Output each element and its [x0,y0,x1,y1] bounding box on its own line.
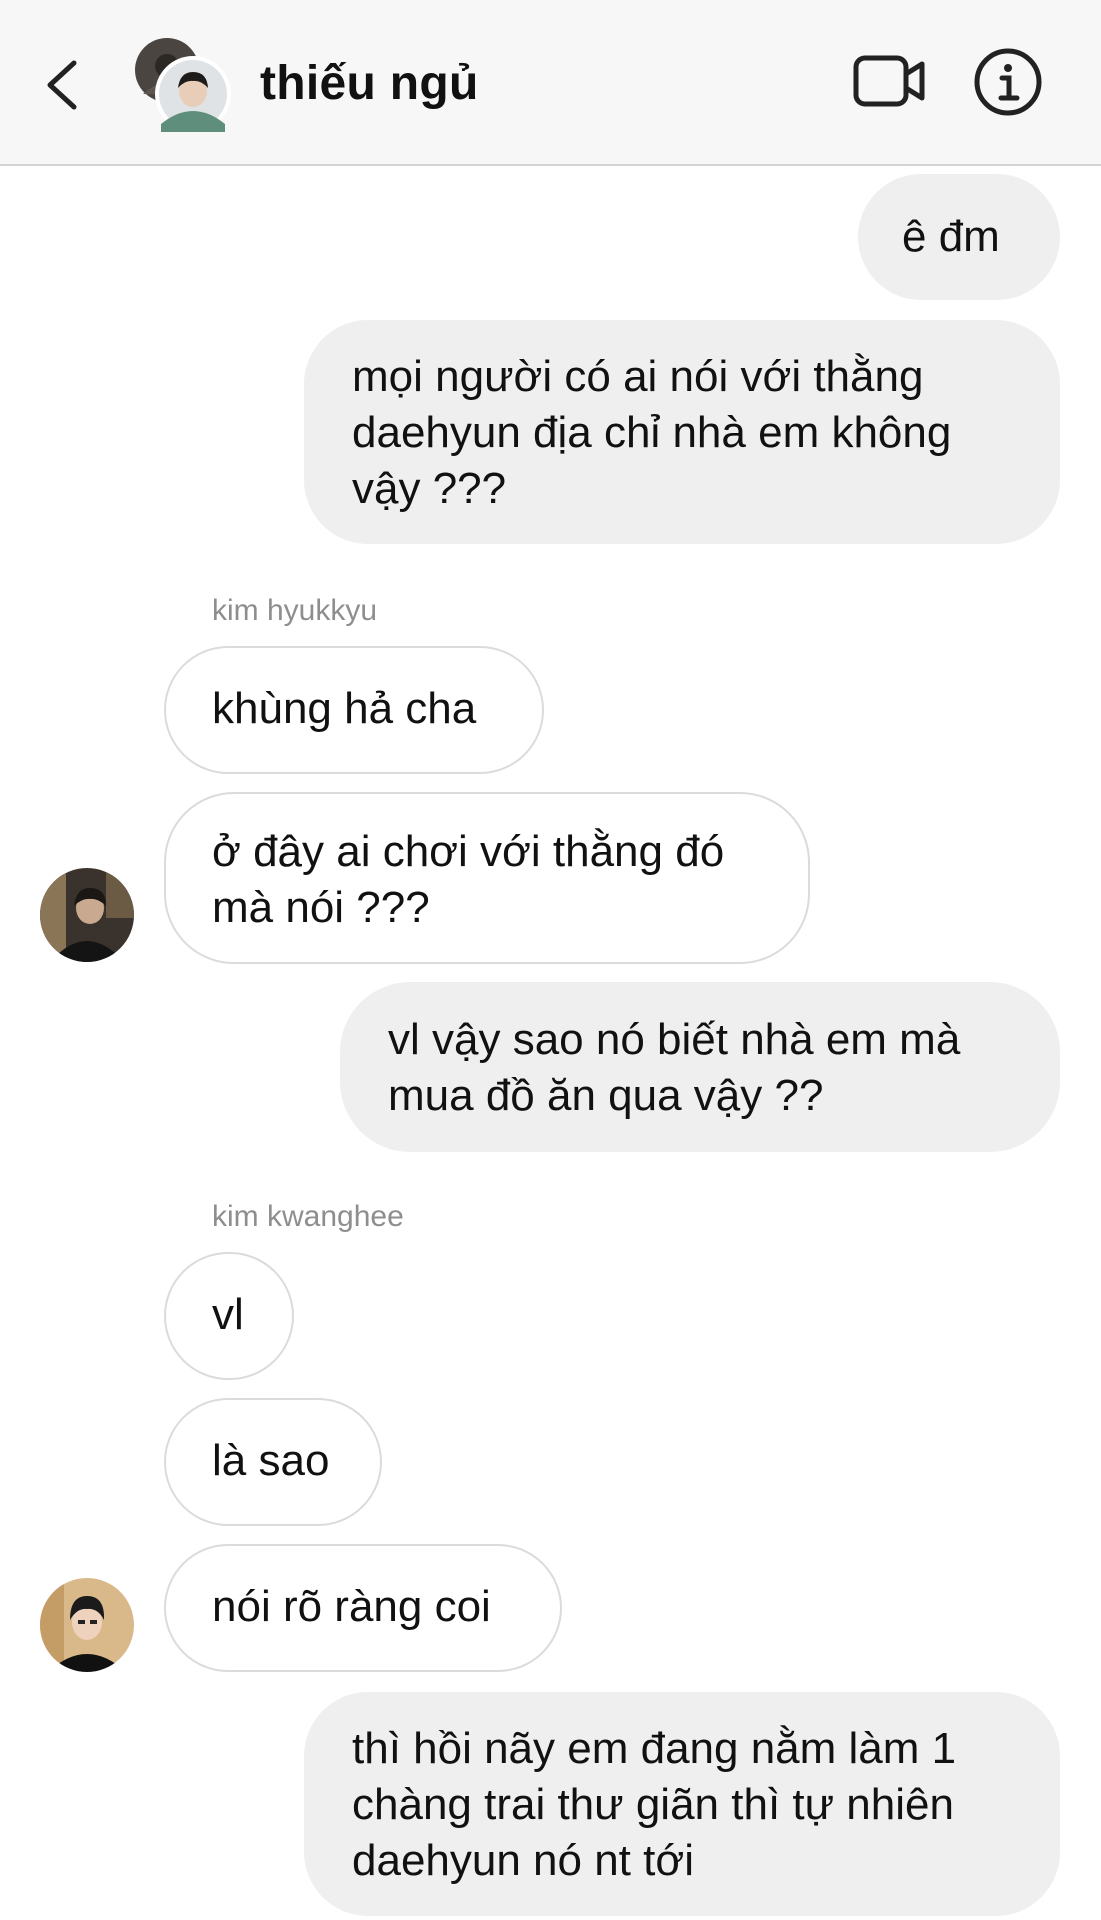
incoming-message[interactable]: là sao [164,1398,382,1526]
hyukkyu-avatar[interactable] [40,868,134,962]
sender-name: kim hyukkyu [212,594,378,627]
chat-title[interactable]: thiếu ngủ [260,56,479,111]
group-avatar[interactable] [133,36,233,132]
outgoing-message[interactable]: mọi người có ai nói với thằng daehyun đị… [304,320,1060,544]
video-camera-icon [853,55,925,107]
outgoing-message[interactable]: vl vậy sao nó biết nhà em mà mua đồ ăn q… [340,982,1060,1152]
outgoing-message[interactable]: thì hồi nãy em đang nằm làm 1 chàng trai… [304,1692,1060,1916]
info-icon [974,48,1042,116]
incoming-message[interactable]: ở đây ai chơi với thằng đó mà nói ??? [164,792,810,964]
incoming-message[interactable]: nói rõ ràng coi [164,1544,562,1672]
incoming-message[interactable]: khùng hả cha [164,646,544,774]
incoming-message[interactable]: vl [164,1252,294,1380]
info-button[interactable] [972,46,1044,118]
chat-header: thiếu ngủ [0,0,1101,166]
kwanghee-avatar[interactable] [40,1578,134,1672]
back-button[interactable] [34,45,94,125]
chevron-left-icon [47,60,77,110]
sender-name: kim kwanghee [212,1200,404,1233]
outgoing-message[interactable]: ê đm [858,174,1060,300]
video-call-button[interactable] [852,52,928,112]
